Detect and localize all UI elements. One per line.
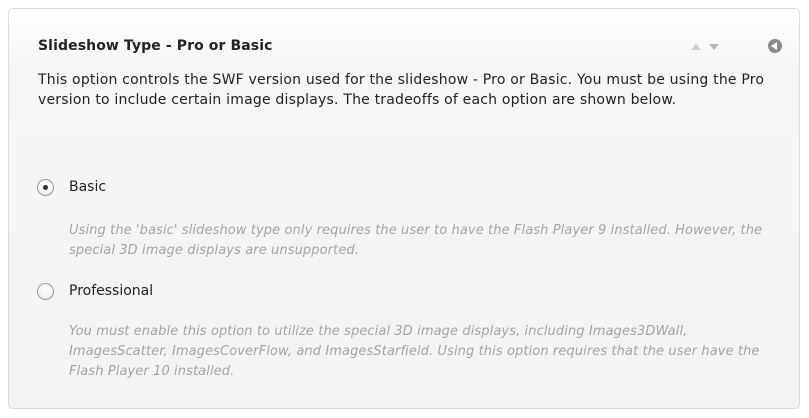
arrow-up-icon[interactable] (691, 44, 701, 50)
option-professional-label[interactable]: Professional (69, 283, 153, 300)
panel-description: This option controls the SWF version use… (38, 72, 765, 108)
panel-header: Slideshow Type - Pro or Basic (9, 9, 799, 67)
option-professional-hint: You must enable this option to utilize t… (69, 324, 760, 379)
option-basic-hint: Using the 'basic' slideshow type only re… (69, 223, 763, 258)
slideshow-type-panel: Slideshow Type - Pro or Basic This optio… (8, 8, 800, 409)
collapse-icon[interactable] (768, 39, 782, 53)
option-basic-label[interactable]: Basic (69, 179, 106, 196)
reorder-controls (691, 43, 725, 55)
arrow-down-icon[interactable] (709, 44, 719, 50)
radio-basic[interactable] (37, 179, 54, 196)
panel-title: Slideshow Type - Pro or Basic (38, 38, 273, 54)
radio-professional[interactable] (37, 283, 54, 300)
